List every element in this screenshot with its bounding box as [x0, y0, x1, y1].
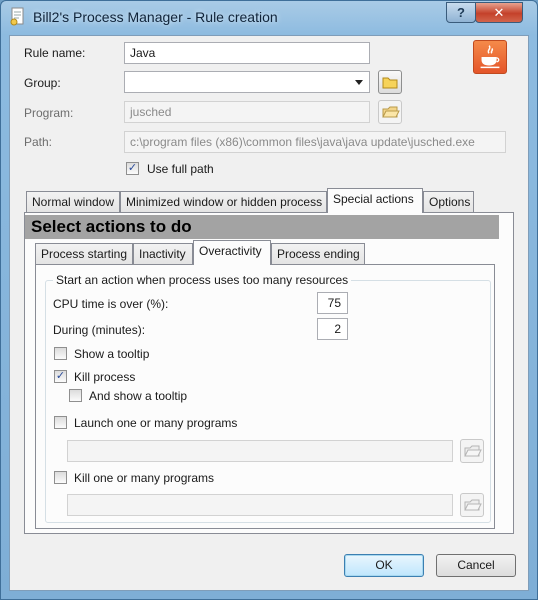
open-folder-icon [382, 106, 400, 118]
groupbox-caption: Start an action when process uses too ma… [53, 273, 352, 287]
program-input[interactable]: jusched [124, 101, 370, 123]
cancel-button[interactable]: Cancel [436, 554, 516, 577]
during-label: During (minutes): [53, 323, 146, 337]
rule-name-label: Rule name: [24, 46, 86, 60]
open-folder-icon [464, 499, 482, 511]
use-full-path-checkbox[interactable]: ✓ [126, 162, 139, 175]
kill-process-label: Kill process [74, 370, 136, 384]
tab-normal-window[interactable]: Normal window [26, 191, 120, 213]
open-folder-icon [464, 445, 482, 457]
during-input[interactable]: 2 [317, 318, 348, 340]
use-full-path-label: Use full path [147, 162, 214, 176]
show-tooltip-checkbox[interactable] [54, 347, 67, 360]
cpu-threshold-input[interactable]: 75 [317, 292, 348, 314]
app-icon [10, 7, 24, 26]
cpu-label: CPU time is over (%): [53, 297, 169, 311]
ok-button[interactable]: OK [344, 554, 424, 577]
and-show-tooltip-checkbox[interactable] [69, 389, 82, 402]
and-show-tooltip-label: And show a tooltip [89, 389, 188, 403]
title-bar[interactable]: Bill2's Process Manager - Rule creation … [1, 1, 537, 35]
group-folder-button[interactable] [378, 70, 402, 94]
subtab-process-starting[interactable]: Process starting [35, 243, 133, 265]
kill-programs-browse-button[interactable] [460, 493, 484, 517]
program-browse-button[interactable] [378, 100, 402, 124]
java-icon [473, 40, 507, 74]
help-button[interactable]: ? [446, 2, 476, 23]
chevron-down-icon [355, 80, 363, 85]
section-title: Select actions to do [25, 215, 499, 239]
tab-minimized-window[interactable]: Minimized window or hidden process [120, 191, 327, 213]
tab-options[interactable]: Options [423, 191, 474, 213]
path-input[interactable]: c:\program files (x86)\common files\java… [124, 131, 506, 153]
kill-programs-input[interactable] [67, 494, 453, 516]
close-button[interactable]: ✕ [475, 2, 523, 23]
kill-process-checkbox[interactable]: ✓ [54, 370, 67, 383]
kill-programs-checkbox[interactable] [54, 471, 67, 484]
path-label: Path: [24, 135, 53, 149]
launch-programs-checkbox[interactable] [54, 416, 67, 429]
program-label: Program: [24, 106, 74, 120]
rule-name-input[interactable]: Java [124, 42, 370, 64]
launch-programs-input[interactable] [67, 440, 453, 462]
launch-programs-label: Launch one or many programs [74, 416, 238, 430]
tab-special-actions[interactable]: Special actions [327, 188, 423, 213]
subtab-overactivity[interactable]: Overactivity [193, 240, 271, 265]
subtab-inactivity[interactable]: Inactivity [133, 243, 193, 265]
dialog-window: Bill2's Process Manager - Rule creation … [0, 0, 538, 600]
group-select[interactable] [124, 71, 370, 93]
folder-icon [382, 77, 398, 89]
kill-programs-label: Kill one or many programs [74, 471, 215, 485]
show-tooltip-label: Show a tooltip [74, 347, 150, 361]
group-label: Group: [24, 76, 61, 90]
window-title: Bill2's Process Manager - Rule creation [33, 9, 278, 25]
launch-programs-browse-button[interactable] [460, 439, 484, 463]
subtab-process-ending[interactable]: Process ending [271, 243, 365, 265]
